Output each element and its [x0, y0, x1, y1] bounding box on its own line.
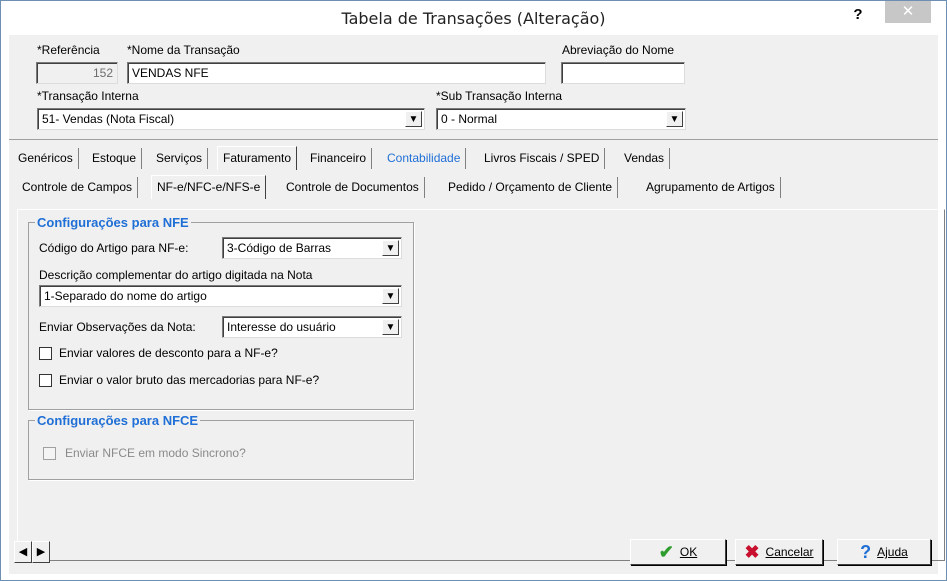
sincrono-label: Enviar NFCE em modo Sincrono?: [65, 446, 246, 460]
observacoes-select[interactable]: Interesse do usuário ▼: [222, 316, 402, 338]
divider: [9, 139, 938, 140]
sub-transacao-value: 0 - Normal: [441, 112, 498, 126]
descricao-select[interactable]: 1-Separado do nome do artigo ▼: [39, 285, 402, 307]
tab-financeiro[interactable]: Financeiro: [305, 148, 373, 169]
dialog-body: *Referência 152 *Nome da Transação VENDA…: [9, 35, 945, 574]
tab-label: Vendas: [624, 151, 665, 165]
cancel-label: Cancelar: [765, 545, 814, 559]
x-icon: ✖: [744, 542, 760, 562]
tab-label: Controle de Campos: [22, 180, 133, 194]
next-record-button[interactable]: ▶: [32, 541, 50, 563]
tab-faturamento[interactable]: Faturamento: [217, 146, 298, 170]
desconto-checkbox[interactable]: [39, 347, 52, 360]
tab-label: Genéricos: [18, 151, 73, 165]
sub-transacao-select[interactable]: 0 - Normal ▼: [436, 108, 686, 130]
help-label: Ajuda: [877, 545, 908, 559]
sincrono-checkbox: [43, 447, 56, 460]
codigo-artigo-select[interactable]: 3-Código de Barras ▼: [222, 237, 402, 259]
nome-transacao-field[interactable]: VENDAS NFE: [127, 62, 546, 84]
subtab-controle-documentos[interactable]: Controle de Documentos: [281, 177, 425, 198]
chevron-down-icon[interactable]: ▼: [405, 111, 422, 127]
title-help-button[interactable]: ?: [847, 5, 869, 25]
main-tab-bar: Genéricos Estoque Serviços Faturamento F…: [13, 146, 933, 170]
tab-livros-fiscais[interactable]: Livros Fiscais / SPED: [479, 148, 606, 169]
sub-transacao-label: *Sub Transação Interna: [436, 89, 563, 103]
tab-label: Serviços: [156, 151, 203, 165]
abreviacao-label: Abreviação do Nome: [562, 43, 675, 57]
tab-label: Agrupamento de Artigos: [646, 180, 775, 194]
valor-bruto-checkbox[interactable]: [39, 374, 52, 387]
tab-label: NF-e/NFC-e/NFS-e: [157, 180, 261, 194]
help-button[interactable]: ? Ajuda: [837, 539, 931, 565]
nfce-group-title: Configurações para NFCE: [35, 413, 201, 428]
transacao-interna-select[interactable]: 51- Vendas (Nota Fiscal) ▼: [37, 108, 425, 130]
tab-label: Livros Fiscais / SPED: [484, 151, 600, 165]
tab-label: Financeiro: [310, 151, 367, 165]
descricao-label: Descrição complementar do artigo digitad…: [39, 268, 313, 282]
desconto-label: Enviar valores de desconto para a NF-e?: [59, 346, 278, 360]
chevron-down-icon[interactable]: ▼: [382, 288, 399, 304]
dialog-window: Tabela de Transações (Alteração) ? ✕ *Re…: [0, 0, 947, 581]
nfce-config-group: Configurações para NFCE Enviar NFCE em m…: [28, 413, 414, 480]
tab-label: Controle de Documentos: [286, 180, 419, 194]
abreviacao-field[interactable]: [561, 62, 685, 84]
transacao-interna-label: *Transação Interna: [37, 89, 139, 103]
tab-genericos[interactable]: Genéricos: [13, 148, 79, 169]
observacoes-label: Enviar Observações da Nota:: [39, 320, 196, 334]
transacao-interna-value: 51- Vendas (Nota Fiscal): [42, 112, 175, 126]
tab-contabilidade[interactable]: Contabilidade: [382, 148, 467, 169]
title-bar: Tabela de Transações (Alteração) ? ✕: [1, 1, 946, 35]
ok-label: OK: [679, 545, 698, 559]
tab-servicos[interactable]: Serviços: [151, 148, 209, 169]
codigo-artigo-label: Código do Artigo para NF-e:: [39, 241, 189, 255]
subtab-controle-campos[interactable]: Controle de Campos: [17, 177, 139, 198]
subtab-pedido-orcamento[interactable]: Pedido / Orçamento de Cliente: [443, 177, 619, 198]
chevron-down-icon[interactable]: ▼: [666, 111, 683, 127]
observacoes-value: Interesse do usuário: [227, 320, 336, 334]
valor-bruto-label: Enviar o valor bruto das mercadorias par…: [59, 373, 320, 387]
tab-label: Faturamento: [223, 151, 292, 165]
descricao-value: 1-Separado do nome do artigo: [44, 289, 207, 303]
cancel-button[interactable]: ✖ Cancelar: [735, 539, 823, 565]
tab-label: Estoque: [92, 151, 137, 165]
codigo-artigo-value: 3-Código de Barras: [227, 241, 332, 255]
question-mark-icon: ?: [860, 542, 872, 562]
nome-label: *Nome da Transação: [127, 43, 240, 57]
chevron-down-icon[interactable]: ▼: [382, 319, 399, 335]
close-button[interactable]: ✕: [885, 1, 931, 23]
checkmark-icon: ✔: [658, 542, 674, 562]
nfe-group-title: Configurações para NFE: [35, 215, 191, 230]
tab-page: Configurações para NFE Código do Artigo …: [17, 209, 945, 561]
subtab-agrupamento-artigos[interactable]: Agrupamento de Artigos: [641, 177, 781, 198]
nfe-config-group: Configurações para NFE Código do Artigo …: [28, 215, 414, 410]
referencia-label: *Referência: [37, 43, 100, 57]
prev-record-button[interactable]: ◀: [14, 541, 32, 563]
chevron-down-icon[interactable]: ▼: [382, 240, 399, 256]
tab-estoque[interactable]: Estoque: [87, 148, 143, 169]
sub-tab-bar: Controle de Campos NF-e/NFC-e/NFS-e Cont…: [13, 175, 933, 199]
subtab-nfe[interactable]: NF-e/NFC-e/NFS-e: [151, 175, 267, 199]
tab-label: Pedido / Orçamento de Cliente: [448, 180, 613, 194]
tab-vendas[interactable]: Vendas: [619, 148, 671, 169]
tab-label: Contabilidade: [387, 151, 461, 165]
referencia-field: 152: [36, 62, 118, 84]
window-title: Tabela de Transações (Alteração): [341, 9, 606, 28]
ok-button[interactable]: ✔ OK: [630, 539, 726, 565]
